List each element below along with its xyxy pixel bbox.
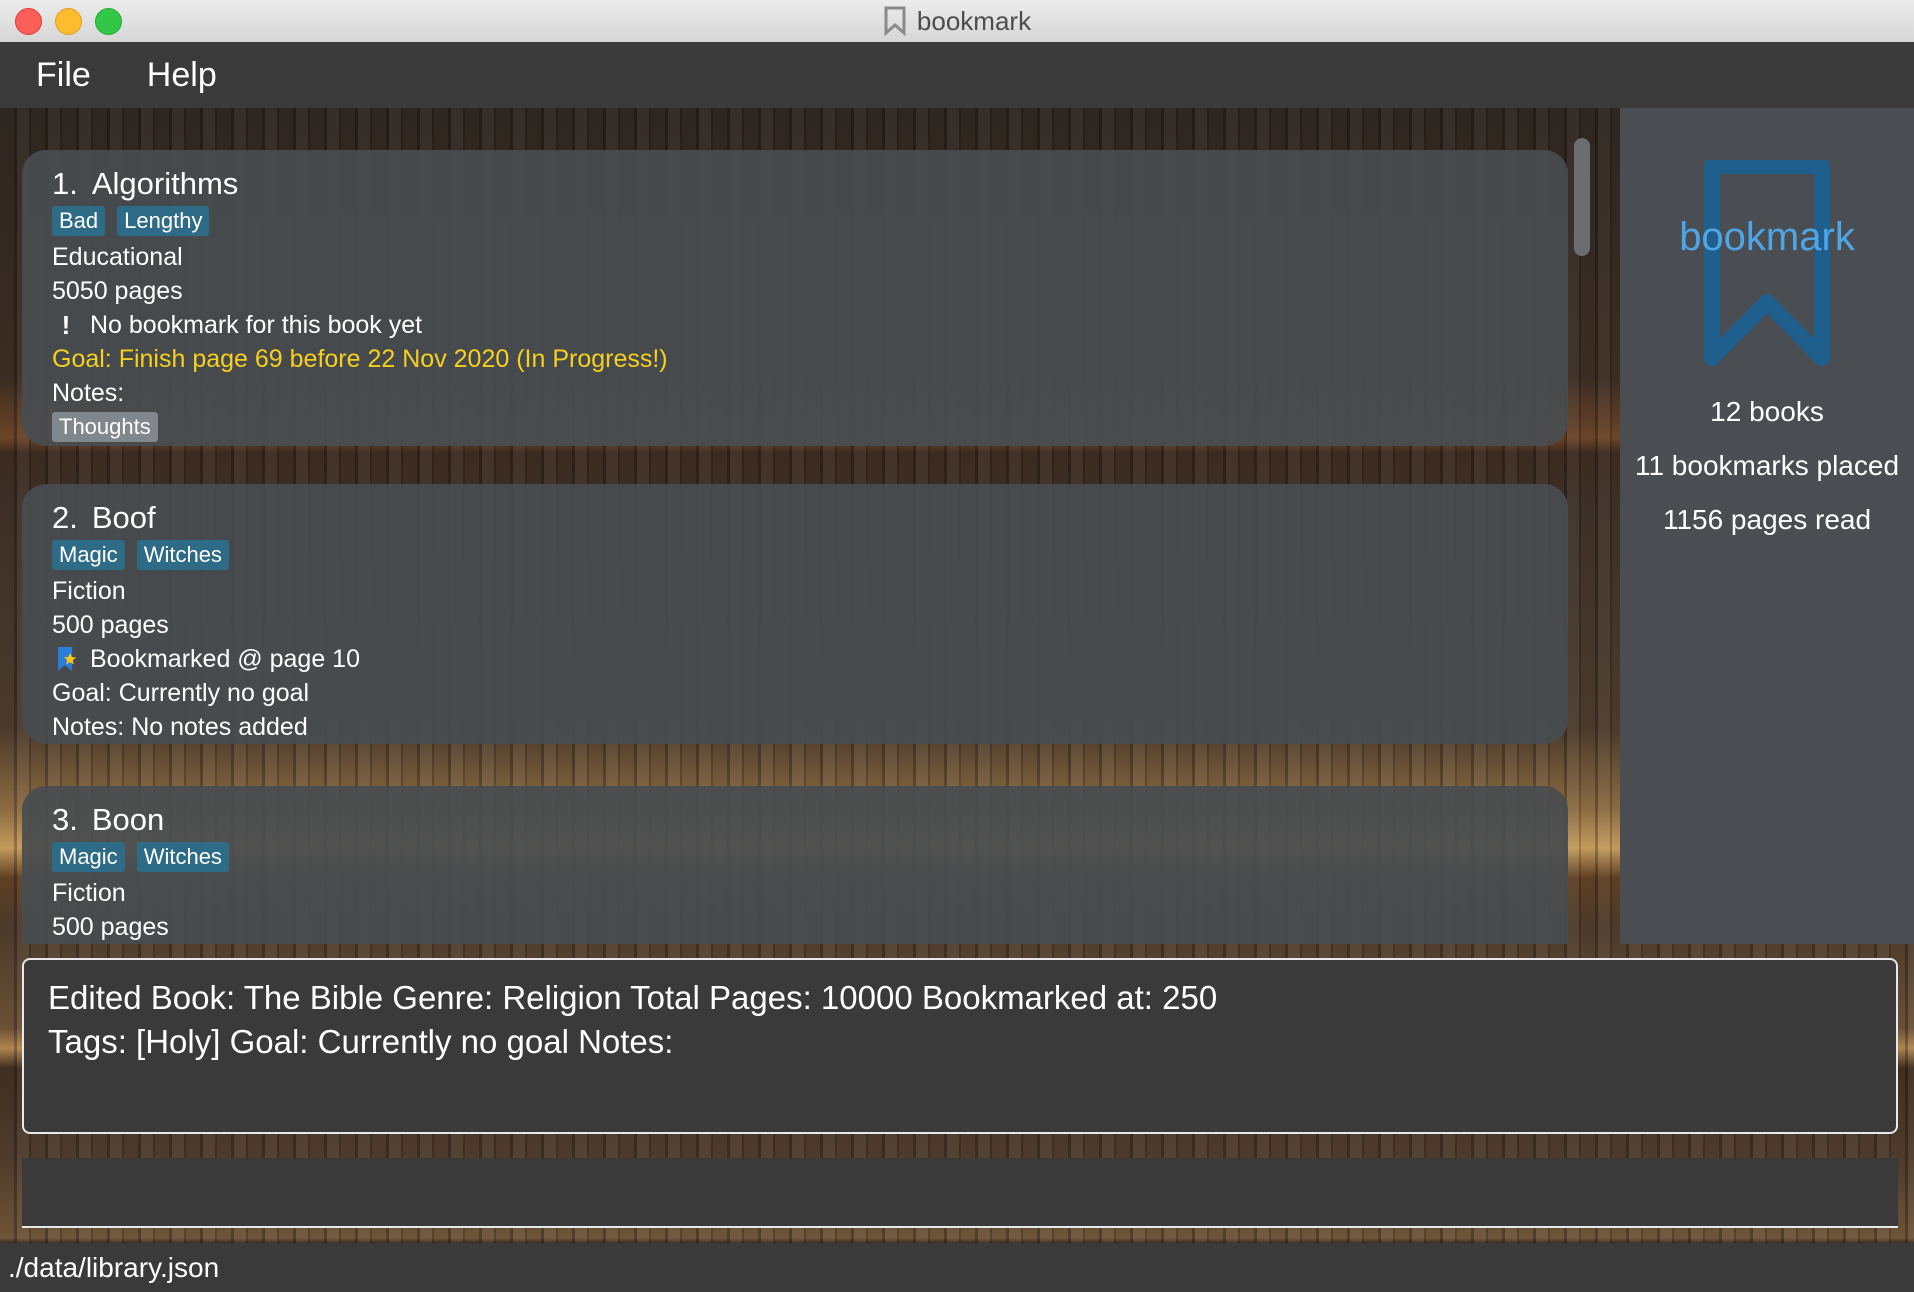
menu-file[interactable]: File bbox=[36, 56, 91, 95]
stats-panel: bookmark 12 books 11 bookmarks placed 11… bbox=[1620, 108, 1914, 944]
book-name: Algorithms bbox=[91, 166, 239, 201]
book-pages: 5050 pages bbox=[52, 277, 183, 305]
book-index: 2. bbox=[52, 500, 78, 535]
menu-bar: File Help bbox=[0, 42, 1914, 108]
book-genre: Fiction bbox=[52, 879, 126, 907]
note-label: Thoughts bbox=[52, 412, 158, 442]
bookmark-text: Bookmarked @ page 10 bbox=[90, 645, 360, 673]
result-line-1: Edited Book: The Bible Genre: Religion T… bbox=[48, 979, 1218, 1016]
bookmark-status: ! No bookmark for this book yet bbox=[52, 308, 1538, 342]
save-file-path: ./data/library.json bbox=[8, 1251, 220, 1283]
bookmarks-count: 11 bookmarks placed bbox=[1634, 450, 1900, 481]
book-card[interactable]: 1. Algorithms Bad Lengthy Educational 505… bbox=[22, 150, 1568, 446]
book-name: Boon bbox=[91, 802, 165, 837]
scrollbar-thumb[interactable] bbox=[1574, 138, 1590, 256]
book-notes: Notes: No notes added bbox=[52, 713, 308, 741]
tag-label: Witches bbox=[136, 540, 229, 570]
books-count: 12 books bbox=[1710, 396, 1824, 427]
book-goal: Goal: Currently no goal bbox=[52, 679, 310, 707]
tag-list: Magic Witches bbox=[52, 540, 1538, 570]
menu-help[interactable]: Help bbox=[147, 56, 217, 95]
book-genre: Educational bbox=[52, 243, 183, 271]
book-genre: Fiction bbox=[52, 577, 126, 605]
tag-label: Witches bbox=[136, 842, 229, 872]
result-line-2: Tags: [Holy] Goal: Currently no goal Not… bbox=[48, 1023, 674, 1060]
window-title-text: bookmark bbox=[916, 5, 1032, 36]
book-title: 1. Algorithms bbox=[52, 164, 1538, 204]
book-name: Boof bbox=[91, 500, 156, 535]
bookmark-star-icon bbox=[58, 647, 76, 671]
tag-label: Magic bbox=[52, 540, 125, 570]
tag-label: Bad bbox=[52, 206, 106, 236]
result-display[interactable]: Edited Book: The Bible Genre: Religion T… bbox=[22, 958, 1898, 1134]
pages-read: 1156 pages read bbox=[1662, 504, 1872, 535]
app-logo: bookmark bbox=[1620, 158, 1914, 370]
book-list[interactable]: 1. Algorithms Bad Lengthy Educational 505… bbox=[0, 108, 1592, 944]
book-goal: Goal: Finish page 69 before 22 Nov 2020 … bbox=[52, 345, 668, 373]
book-index: 1. bbox=[52, 166, 78, 201]
bookmark-status: Bookmarked @ page 10 bbox=[52, 642, 1538, 676]
bookmark-outline-icon bbox=[884, 6, 906, 36]
book-title: 2. Boof bbox=[52, 498, 1538, 538]
tag-list: Bad Lengthy bbox=[52, 206, 1538, 236]
logo-text: bookmark bbox=[1679, 215, 1855, 259]
status-bar: ./data/library.json bbox=[0, 1243, 1914, 1292]
command-input[interactable] bbox=[22, 1158, 1898, 1228]
exclamation-icon: ! bbox=[61, 310, 71, 340]
book-pages: 500 pages bbox=[52, 913, 169, 941]
tag-label: Magic bbox=[52, 842, 125, 872]
notes-list: Thoughts bbox=[52, 412, 1538, 442]
book-card[interactable]: 2. Boof Magic Witches Fiction 500 pages B… bbox=[22, 484, 1568, 744]
tag-list: Magic Witches bbox=[52, 842, 1538, 872]
book-pages: 500 pages bbox=[52, 611, 169, 639]
notes-label: Notes: bbox=[52, 379, 125, 407]
book-card[interactable]: 3. Boon Magic Witches Fiction 500 pages bbox=[22, 786, 1568, 944]
bookmark-text: No bookmark for this book yet bbox=[90, 311, 423, 339]
bookmark-logo-icon bbox=[1704, 158, 1830, 366]
title-bar: bookmark bbox=[0, 0, 1914, 43]
book-title: 3. Boon bbox=[52, 800, 1538, 840]
tag-label: Lengthy bbox=[117, 206, 210, 236]
window-title: bookmark bbox=[0, 0, 1914, 42]
book-index: 3. bbox=[52, 802, 78, 837]
